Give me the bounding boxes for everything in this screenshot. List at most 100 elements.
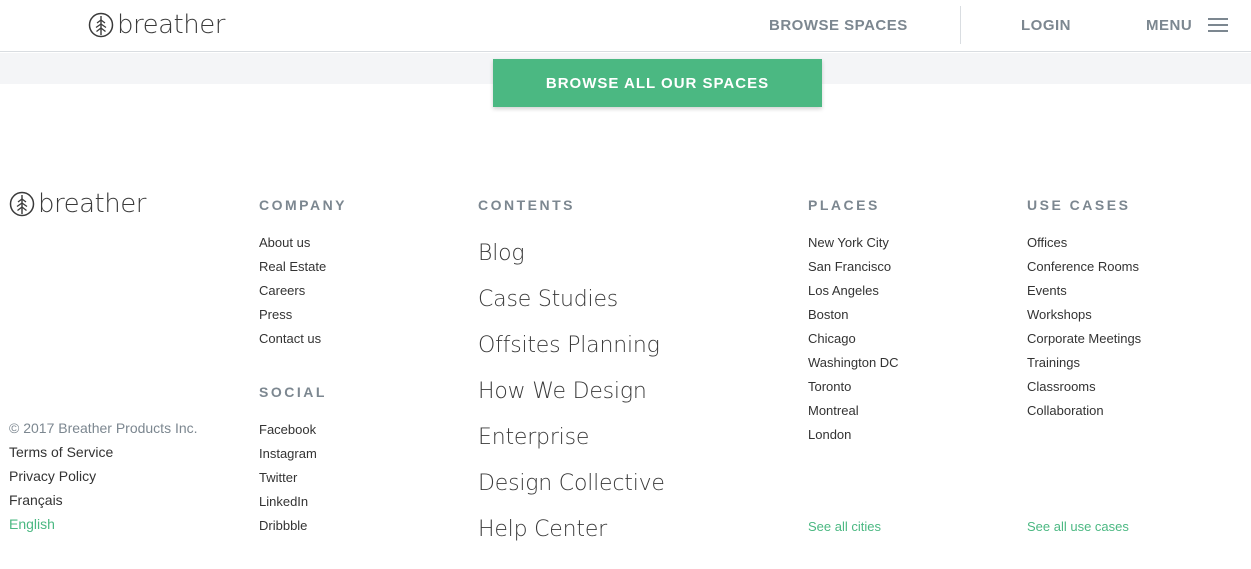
linkedin-link[interactable]: LinkedIn bbox=[259, 494, 308, 509]
use-cases-list: Offices Conference Rooms Events Workshop… bbox=[1027, 231, 1141, 423]
use-case-link[interactable]: Conference Rooms bbox=[1027, 259, 1139, 274]
company-list: About us Real Estate Careers Press Conta… bbox=[259, 231, 326, 351]
help-center-link[interactable]: Help Center bbox=[478, 517, 607, 542]
case-studies-link[interactable]: Case Studies bbox=[478, 287, 618, 312]
see-all-cities-link[interactable]: See all cities bbox=[808, 519, 881, 534]
hamburger-menu-icon[interactable] bbox=[1208, 18, 1228, 32]
language-french-link[interactable]: Français bbox=[9, 492, 63, 508]
terms-of-service-link[interactable]: Terms of Service bbox=[9, 444, 113, 460]
use-case-link[interactable]: Trainings bbox=[1027, 355, 1080, 370]
list-item[interactable]: Offices bbox=[1027, 231, 1141, 255]
footer-breather-logo[interactable]: breather bbox=[9, 191, 146, 217]
use-case-link[interactable]: Offices bbox=[1027, 235, 1067, 250]
city-link[interactable]: Boston bbox=[808, 307, 848, 322]
list-item[interactable]: Trainings bbox=[1027, 351, 1141, 375]
browse-spaces-link[interactable]: BROWSE SPACES bbox=[769, 17, 908, 34]
list-item[interactable]: Français bbox=[9, 488, 198, 512]
offsites-planning-link[interactable]: Offsites Planning bbox=[478, 333, 660, 358]
list-item[interactable]: Blog bbox=[478, 231, 665, 277]
city-link[interactable]: San Francisco bbox=[808, 259, 891, 274]
use-case-link[interactable]: Workshops bbox=[1027, 307, 1092, 322]
list-item[interactable]: Terms of Service bbox=[9, 440, 198, 464]
list-item[interactable]: Montreal bbox=[808, 399, 899, 423]
social-heading: SOCIAL bbox=[259, 384, 327, 400]
enterprise-link[interactable]: Enterprise bbox=[478, 425, 589, 450]
company-link[interactable]: Careers bbox=[259, 283, 305, 298]
places-list: New York City San Francisco Los Angeles … bbox=[808, 231, 899, 447]
company-link[interactable]: Contact us bbox=[259, 331, 321, 346]
company-link[interactable]: Press bbox=[259, 307, 292, 322]
use-case-link[interactable]: Classrooms bbox=[1027, 379, 1096, 394]
list-item[interactable]: Classrooms bbox=[1027, 375, 1141, 399]
twitter-link[interactable]: Twitter bbox=[259, 470, 297, 485]
language-english-link[interactable]: English bbox=[9, 516, 55, 532]
see-all-use-cases-link[interactable]: See all use cases bbox=[1027, 519, 1129, 534]
list-item[interactable]: Offsites Planning bbox=[478, 323, 665, 369]
list-item[interactable]: Conference Rooms bbox=[1027, 255, 1141, 279]
list-item[interactable]: How We Design bbox=[478, 369, 665, 415]
list-item[interactable]: San Francisco bbox=[808, 255, 899, 279]
list-item[interactable]: Privacy Policy bbox=[9, 464, 198, 488]
login-link[interactable]: LOGIN bbox=[1021, 17, 1071, 34]
breather-logo[interactable]: breather bbox=[88, 12, 225, 38]
top-header: breather BROWSE SPACES LOGIN MENU bbox=[0, 0, 1251, 52]
list-item[interactable]: Facebook bbox=[259, 418, 317, 442]
list-item[interactable]: Washington DC bbox=[808, 351, 899, 375]
places-heading: PLACES bbox=[808, 197, 880, 213]
company-link[interactable]: Real Estate bbox=[259, 259, 326, 274]
use-case-link[interactable]: Corporate Meetings bbox=[1027, 331, 1141, 346]
list-item[interactable]: New York City bbox=[808, 231, 899, 255]
city-link[interactable]: Montreal bbox=[808, 403, 859, 418]
list-item[interactable]: Design Collective bbox=[478, 461, 665, 507]
list-item[interactable]: About us bbox=[259, 231, 326, 255]
use-case-link[interactable]: Events bbox=[1027, 283, 1067, 298]
list-item[interactable]: Real Estate bbox=[259, 255, 326, 279]
social-list: Facebook Instagram Twitter LinkedIn Drib… bbox=[259, 418, 317, 538]
list-item[interactable]: Collaboration bbox=[1027, 399, 1141, 423]
logo-text: breather bbox=[117, 10, 225, 40]
tree-logo-icon bbox=[9, 191, 35, 217]
list-item[interactable]: Case Studies bbox=[478, 277, 665, 323]
city-link[interactable]: Chicago bbox=[808, 331, 856, 346]
instagram-link[interactable]: Instagram bbox=[259, 446, 317, 461]
list-item[interactable]: English bbox=[9, 512, 198, 536]
city-link[interactable]: Los Angeles bbox=[808, 283, 879, 298]
nav-divider bbox=[960, 6, 961, 44]
use-cases-heading: USE CASES bbox=[1027, 197, 1131, 213]
list-item[interactable]: LinkedIn bbox=[259, 490, 317, 514]
facebook-link[interactable]: Facebook bbox=[259, 422, 316, 437]
menu-link[interactable]: MENU bbox=[1146, 17, 1192, 34]
design-collective-link[interactable]: Design Collective bbox=[478, 471, 665, 496]
tree-logo-icon bbox=[88, 12, 114, 38]
copyright-text: © 2017 Breather Products Inc. bbox=[9, 420, 198, 436]
city-link[interactable]: New York City bbox=[808, 235, 889, 250]
how-we-design-link[interactable]: How We Design bbox=[478, 379, 647, 404]
blog-link[interactable]: Blog bbox=[478, 241, 525, 266]
city-link[interactable]: Toronto bbox=[808, 379, 851, 394]
privacy-policy-link[interactable]: Privacy Policy bbox=[9, 468, 96, 484]
list-item[interactable]: Careers bbox=[259, 279, 326, 303]
browse-all-spaces-button[interactable]: BROWSE ALL OUR SPACES bbox=[493, 59, 822, 107]
list-item[interactable]: Enterprise bbox=[478, 415, 665, 461]
list-item[interactable]: Boston bbox=[808, 303, 899, 327]
city-link[interactable]: London bbox=[808, 427, 851, 442]
list-item[interactable]: Instagram bbox=[259, 442, 317, 466]
company-heading: COMPANY bbox=[259, 197, 348, 213]
list-item[interactable]: Toronto bbox=[808, 375, 899, 399]
list-item[interactable]: London bbox=[808, 423, 899, 447]
dribbble-link[interactable]: Dribbble bbox=[259, 518, 307, 533]
list-item[interactable]: Los Angeles bbox=[808, 279, 899, 303]
use-case-link[interactable]: Collaboration bbox=[1027, 403, 1104, 418]
company-link[interactable]: About us bbox=[259, 235, 310, 250]
list-item[interactable]: Corporate Meetings bbox=[1027, 327, 1141, 351]
list-item[interactable]: Twitter bbox=[259, 466, 317, 490]
list-item[interactable]: Contact us bbox=[259, 327, 326, 351]
city-link[interactable]: Washington DC bbox=[808, 355, 899, 370]
list-item[interactable]: Press bbox=[259, 303, 326, 327]
footer-logo-text: breather bbox=[38, 189, 146, 219]
list-item[interactable]: Dribbble bbox=[259, 514, 317, 538]
list-item[interactable]: Workshops bbox=[1027, 303, 1141, 327]
list-item[interactable]: Chicago bbox=[808, 327, 899, 351]
list-item[interactable]: Help Center bbox=[478, 507, 665, 553]
list-item[interactable]: Events bbox=[1027, 279, 1141, 303]
